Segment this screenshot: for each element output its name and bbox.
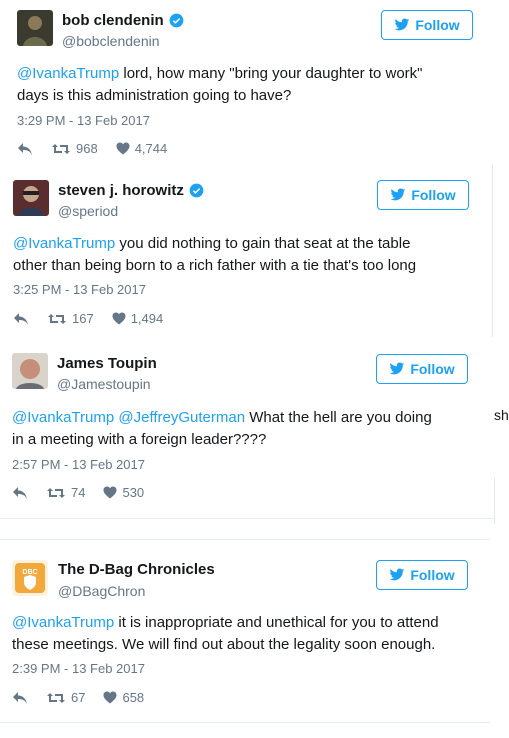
retweet-count: 67	[71, 690, 86, 705]
mention-link[interactable]: @IvankaTrump	[13, 235, 115, 252]
like-button[interactable]: 530	[103, 485, 144, 500]
follow-button[interactable]: Follow	[381, 10, 473, 40]
heart-icon	[103, 691, 117, 704]
timestamp[interactable]: 2:57 PM - 13 Feb 2017	[12, 457, 145, 472]
retweet-button[interactable]: 167	[47, 311, 94, 326]
like-count: 530	[122, 485, 145, 500]
twitter-bird-icon	[389, 568, 405, 581]
reply-button[interactable]	[12, 691, 28, 705]
display-name[interactable]: James Toupin	[57, 355, 157, 372]
retweet-button[interactable]: 67	[46, 690, 85, 705]
tweet-text: @IvankaTrump it is inappropriate and une…	[12, 614, 439, 653]
divider	[0, 539, 490, 540]
tweet-actions: 74 530	[12, 485, 144, 500]
verified-badge-icon	[169, 13, 184, 28]
twitter-bird-icon	[394, 18, 410, 31]
display-name[interactable]: steven j. horowitz	[58, 182, 184, 199]
retweet-icon	[47, 692, 65, 703]
mention-link[interactable]: @IvankaTrump	[17, 65, 119, 82]
follow-label: Follow	[410, 567, 455, 583]
avatar[interactable]	[17, 10, 53, 46]
retweet-icon	[52, 143, 70, 154]
like-button[interactable]: 658	[103, 690, 144, 705]
user-handle[interactable]: @speriod	[58, 203, 118, 219]
twitter-bird-icon	[389, 362, 405, 375]
clipped-text: sh	[494, 407, 509, 423]
tweet-1: bob clendenin @bobclendenin Follow @Ivan…	[0, 0, 509, 170]
timestamp[interactable]: 2:39 PM - 13 Feb 2017	[12, 661, 145, 676]
follow-label: Follow	[415, 17, 460, 33]
follow-label: Follow	[410, 361, 455, 377]
heart-icon	[116, 142, 130, 155]
retweet-icon	[47, 487, 65, 498]
heart-icon	[103, 486, 117, 499]
avatar-badge: DBC	[22, 569, 37, 576]
user-handle[interactable]: @Jamestoupin	[57, 376, 151, 392]
follow-label: Follow	[411, 187, 456, 203]
like-count: 1,494	[130, 311, 164, 326]
mention-link[interactable]: @JeffreyGuterman	[118, 409, 245, 426]
follow-button[interactable]: Follow	[377, 180, 469, 210]
retweet-count: 968	[76, 141, 98, 156]
retweet-button[interactable]: 968	[51, 141, 98, 156]
follow-button[interactable]: Follow	[376, 560, 468, 590]
follow-button[interactable]: Follow	[376, 354, 468, 384]
like-count: 4,744	[134, 141, 168, 156]
tweet-2: steven j. horowitz @speriod Follow @Ivan…	[0, 170, 509, 340]
reply-button[interactable]	[13, 312, 29, 326]
retweet-button[interactable]: 74	[46, 485, 85, 500]
display-name[interactable]: bob clendenin	[62, 12, 164, 29]
tweet-text: @IvankaTrump lord, how many "bring your …	[17, 65, 423, 104]
divider	[0, 722, 490, 723]
retweet-icon	[48, 313, 66, 324]
user-handle[interactable]: @DBagChron	[58, 583, 145, 599]
avatar[interactable]: DBC	[12, 560, 48, 596]
mention-link[interactable]: @IvankaTrump	[12, 614, 114, 631]
tweet-text: @IvankaTrump you did nothing to gain tha…	[13, 235, 417, 274]
tweet-3: James Toupin @Jamestoupin Follow @Ivanka…	[0, 343, 509, 518]
reply-icon	[13, 691, 27, 704]
reply-button[interactable]	[17, 142, 33, 156]
reply-button[interactable]	[12, 486, 28, 500]
like-button[interactable]: 1,494	[112, 311, 164, 326]
twitter-bird-icon	[390, 188, 406, 201]
reply-icon	[18, 142, 32, 155]
heart-icon	[112, 312, 126, 325]
retweet-count: 74	[71, 485, 86, 500]
reply-icon	[14, 312, 28, 325]
like-count: 658	[122, 690, 145, 705]
display-name[interactable]: The D-Bag Chronicles	[58, 561, 215, 578]
mention-link[interactable]: @IvankaTrump	[12, 409, 114, 426]
reply-icon	[13, 486, 27, 499]
tweet-4: DBC The D-Bag Chronicles @DBagChron Foll…	[0, 548, 509, 728]
retweet-count: 167	[72, 311, 94, 326]
divider	[0, 518, 495, 519]
verified-badge-icon	[189, 183, 204, 198]
tweet-text: @IvankaTrump @JeffreyGuterman What the h…	[12, 409, 432, 448]
tweet-actions: 167 1,494	[13, 311, 163, 326]
timestamp[interactable]: 3:25 PM - 13 Feb 2017	[13, 282, 146, 297]
timestamp[interactable]: 3:29 PM - 13 Feb 2017	[17, 113, 150, 128]
user-handle[interactable]: @bobclendenin	[62, 33, 160, 49]
tweet-actions: 67 658	[12, 690, 144, 705]
like-button[interactable]: 4,744	[116, 141, 168, 156]
tweet-actions: 968 4,744	[17, 141, 167, 156]
avatar[interactable]	[13, 180, 49, 216]
avatar[interactable]	[12, 353, 48, 389]
